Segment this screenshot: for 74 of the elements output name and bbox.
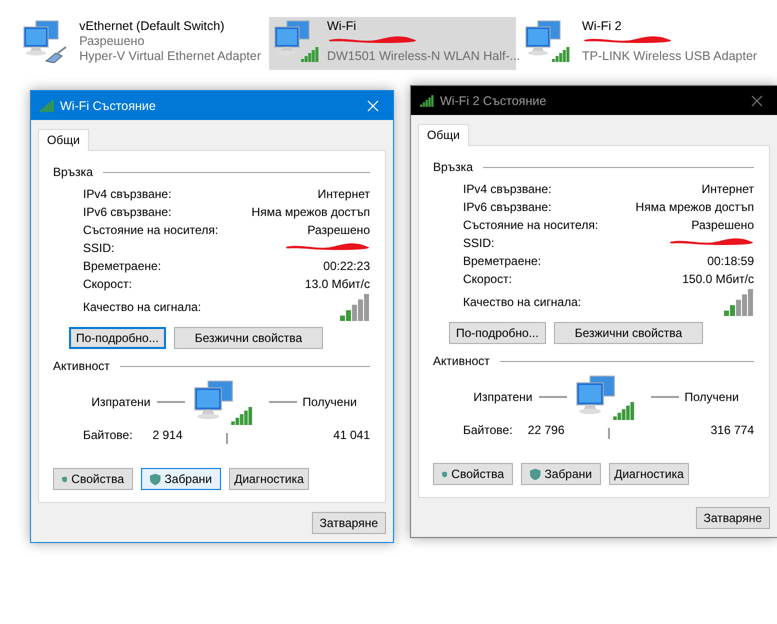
bytes-label: Байтове: bbox=[463, 422, 513, 436]
group-heading: Активност bbox=[53, 359, 110, 373]
field-label: SSID: bbox=[83, 241, 114, 255]
adapter-name: Wi-Fi bbox=[327, 19, 358, 33]
window-title: Wi-Fi 2 Състояние bbox=[440, 94, 548, 108]
close-dialog-button[interactable]: Затваряне bbox=[312, 512, 386, 534]
shield-icon bbox=[530, 468, 541, 480]
adapter-status: Разрешено bbox=[79, 34, 146, 48]
bytes-received-value: 316 774 bbox=[710, 422, 754, 436]
field-value: 00:22:23 bbox=[323, 259, 370, 273]
field-label: IPv6 свързване: bbox=[83, 205, 172, 219]
adapter-name: Wi-Fi 2 bbox=[582, 19, 623, 33]
signal-strength-icon bbox=[724, 288, 754, 316]
field-label: Състояние на носителя: bbox=[463, 218, 598, 232]
field-value: 150.0 Мбит/с bbox=[682, 272, 754, 286]
adapter-device: Hyper-V Virtual Ethernet Adapter bbox=[79, 49, 261, 63]
signal-strength-icon bbox=[340, 293, 370, 321]
field-label: IPv6 свързване: bbox=[463, 200, 552, 214]
adapter-item[interactable]: vEthernet (Default Switch) Разрешено Hyper-V Virtual Ethernet Adapter bbox=[18, 17, 265, 70]
wireless-properties-button[interactable]: Безжични свойства bbox=[174, 327, 324, 349]
field-label: Качество на сигнала: bbox=[463, 295, 582, 309]
received-label: Получени bbox=[684, 390, 740, 404]
properties-button[interactable]: Свойства bbox=[433, 463, 513, 485]
field-value: Интернет bbox=[318, 187, 370, 201]
details-button[interactable]: По-подробно... bbox=[69, 327, 166, 349]
signal-bars-icon bbox=[552, 47, 570, 62]
received-label: Получени bbox=[302, 395, 358, 409]
field-label: IPv4 свързване: bbox=[463, 182, 552, 196]
properties-button[interactable]: Свойства bbox=[53, 468, 133, 490]
field-label: Скорост: bbox=[83, 277, 132, 291]
field-label: Времетраене: bbox=[83, 259, 162, 273]
group-heading: Връзка bbox=[53, 165, 93, 179]
signal-bars-icon bbox=[612, 402, 634, 420]
window-title: Wi-Fi Състояние bbox=[60, 98, 157, 112]
signal-bars-icon bbox=[301, 47, 319, 62]
adapter-item[interactable]: Wi-Fi 2 TP-LINK Wireless USB Adapter bbox=[520, 17, 767, 70]
sent-label: Изпратени bbox=[91, 395, 150, 409]
tab[interactable]: Общи bbox=[38, 129, 89, 151]
field-label: SSID: bbox=[463, 236, 494, 250]
details-button[interactable]: По-подробно... bbox=[449, 322, 546, 344]
sent-label: Изпратени bbox=[473, 390, 532, 404]
field-value: Няма мрежов достъп bbox=[252, 205, 370, 219]
field-value: Разрешено bbox=[307, 223, 370, 237]
field-label: Скорост: bbox=[463, 272, 512, 286]
field-label: IPv4 свързване: bbox=[83, 187, 172, 201]
bytes-label: Байтове: bbox=[83, 428, 133, 442]
wireless-properties-button[interactable]: Безжични свойства bbox=[554, 322, 704, 344]
signal-bars-icon bbox=[420, 94, 434, 106]
close-dialog-button[interactable]: Затваряне bbox=[696, 507, 770, 529]
signal-bars-icon bbox=[40, 100, 54, 112]
tab[interactable]: Общи bbox=[418, 124, 469, 146]
group-heading: Връзка bbox=[433, 160, 473, 174]
field-value: 00:18:59 bbox=[707, 254, 754, 268]
bytes-received-value: 41 041 bbox=[333, 428, 370, 442]
group-heading: Активност bbox=[433, 354, 490, 368]
signal-bars-icon bbox=[230, 407, 252, 425]
field-value: 13.0 Мбит/с bbox=[304, 277, 370, 291]
diagnose-button[interactable]: Диагностика bbox=[609, 463, 689, 485]
adapter-device: TP-LINK Wireless USB Adapter bbox=[582, 49, 758, 63]
field-label: Състояние на носителя: bbox=[83, 223, 218, 237]
close-icon bbox=[367, 100, 379, 112]
field-value: Няма мрежов достъп bbox=[636, 200, 754, 214]
close-icon bbox=[751, 94, 763, 106]
diagnose-button[interactable]: Диагностика bbox=[229, 468, 309, 490]
field-label: Времетраене: bbox=[463, 254, 542, 268]
field-value: Разрешено bbox=[691, 218, 754, 232]
bytes-sent-value: 22 796 bbox=[528, 422, 566, 436]
shield-icon bbox=[150, 472, 161, 486]
adapter-name: vEthernet (Default Switch) bbox=[79, 19, 226, 33]
field-value: Интернет bbox=[702, 182, 754, 196]
field-label: Качество на сигнала: bbox=[83, 300, 202, 314]
bytes-sent-value: 2 914 bbox=[152, 428, 184, 442]
disable-button[interactable]: Забрани bbox=[141, 468, 221, 490]
disable-button[interactable]: Забрани bbox=[521, 463, 601, 485]
